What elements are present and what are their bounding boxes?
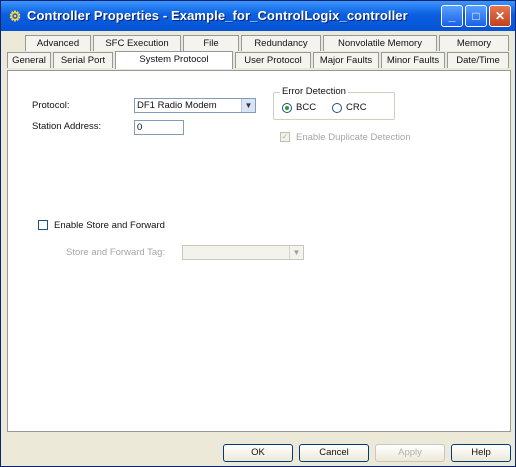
crc-label: CRC xyxy=(346,102,367,113)
bcc-radio[interactable] xyxy=(282,103,292,113)
store-forward-label: Enable Store and Forward xyxy=(54,220,165,231)
close-button[interactable]: ✕ xyxy=(489,5,511,27)
chevron-down-icon: ▼ xyxy=(241,99,255,112)
help-button[interactable]: Help xyxy=(451,444,511,462)
tab-advanced[interactable]: Advanced xyxy=(25,35,91,51)
station-address-input[interactable]: 0 xyxy=(134,120,184,135)
minimize-icon: _ xyxy=(448,9,456,23)
chevron-down-icon: ▼ xyxy=(289,246,303,259)
tab-general[interactable]: General xyxy=(7,52,51,68)
cancel-button[interactable]: Cancel xyxy=(299,444,369,462)
tab-date-time[interactable]: Date/Time xyxy=(447,52,509,68)
duplicate-detection-label: Enable Duplicate Detection xyxy=(296,132,411,143)
minimize-button[interactable]: _ xyxy=(441,5,463,27)
error-detection-group: Error Detection BCC CRC xyxy=(273,86,395,120)
ok-button[interactable]: OK xyxy=(223,444,293,462)
title-bar[interactable]: ⚙ Controller Properties - Example_for_Co… xyxy=(1,1,515,31)
tab-strip: Advanced SFC Execution File Redundancy N… xyxy=(7,35,511,69)
bcc-label: BCC xyxy=(296,102,317,113)
window-title: Controller Properties - Example_for_Cont… xyxy=(27,8,408,23)
station-address-label: Station Address: xyxy=(32,121,102,132)
error-detection-legend: Error Detection xyxy=(280,86,348,97)
controller-properties-window: ⚙ Controller Properties - Example_for_Co… xyxy=(0,0,516,467)
tab-row-bottom: General Serial Port System Protocol User… xyxy=(7,51,511,69)
tab-serial-port[interactable]: Serial Port xyxy=(53,52,113,68)
apply-button[interactable]: Apply xyxy=(375,444,445,462)
close-icon: ✕ xyxy=(494,9,506,23)
protocol-dropdown[interactable]: DF1 Radio Modem ▼ xyxy=(134,98,256,113)
tab-minor-faults[interactable]: Minor Faults xyxy=(381,52,445,68)
duplicate-detection-checkbox[interactable]: ✓ xyxy=(280,132,290,142)
tab-major-faults[interactable]: Major Faults xyxy=(313,52,379,68)
crc-radio[interactable] xyxy=(332,103,342,113)
tab-redundancy[interactable]: Redundancy xyxy=(241,35,321,51)
tab-system-protocol[interactable]: System Protocol xyxy=(115,51,233,69)
tab-row-top: Advanced SFC Execution File Redundancy N… xyxy=(7,35,511,52)
tab-user-protocol[interactable]: User Protocol xyxy=(235,52,311,68)
maximize-icon: □ xyxy=(472,9,480,23)
system-protocol-panel: Protocol: DF1 Radio Modem ▼ Station Addr… xyxy=(7,70,511,432)
tab-nonvolatile-memory[interactable]: Nonvolatile Memory xyxy=(323,35,437,51)
protocol-value: DF1 Radio Modem xyxy=(137,100,217,111)
tab-memory[interactable]: Memory xyxy=(439,35,509,51)
store-forward-tag-dropdown[interactable]: ▼ xyxy=(182,245,304,260)
tab-file[interactable]: File xyxy=(183,35,239,51)
store-forward-checkbox[interactable] xyxy=(38,220,48,230)
app-icon: ⚙ xyxy=(8,8,22,24)
tab-sfc-execution[interactable]: SFC Execution xyxy=(93,35,181,51)
protocol-label: Protocol: xyxy=(32,100,70,111)
maximize-button[interactable]: □ xyxy=(465,5,487,27)
store-forward-tag-label: Store and Forward Tag: xyxy=(66,247,166,258)
